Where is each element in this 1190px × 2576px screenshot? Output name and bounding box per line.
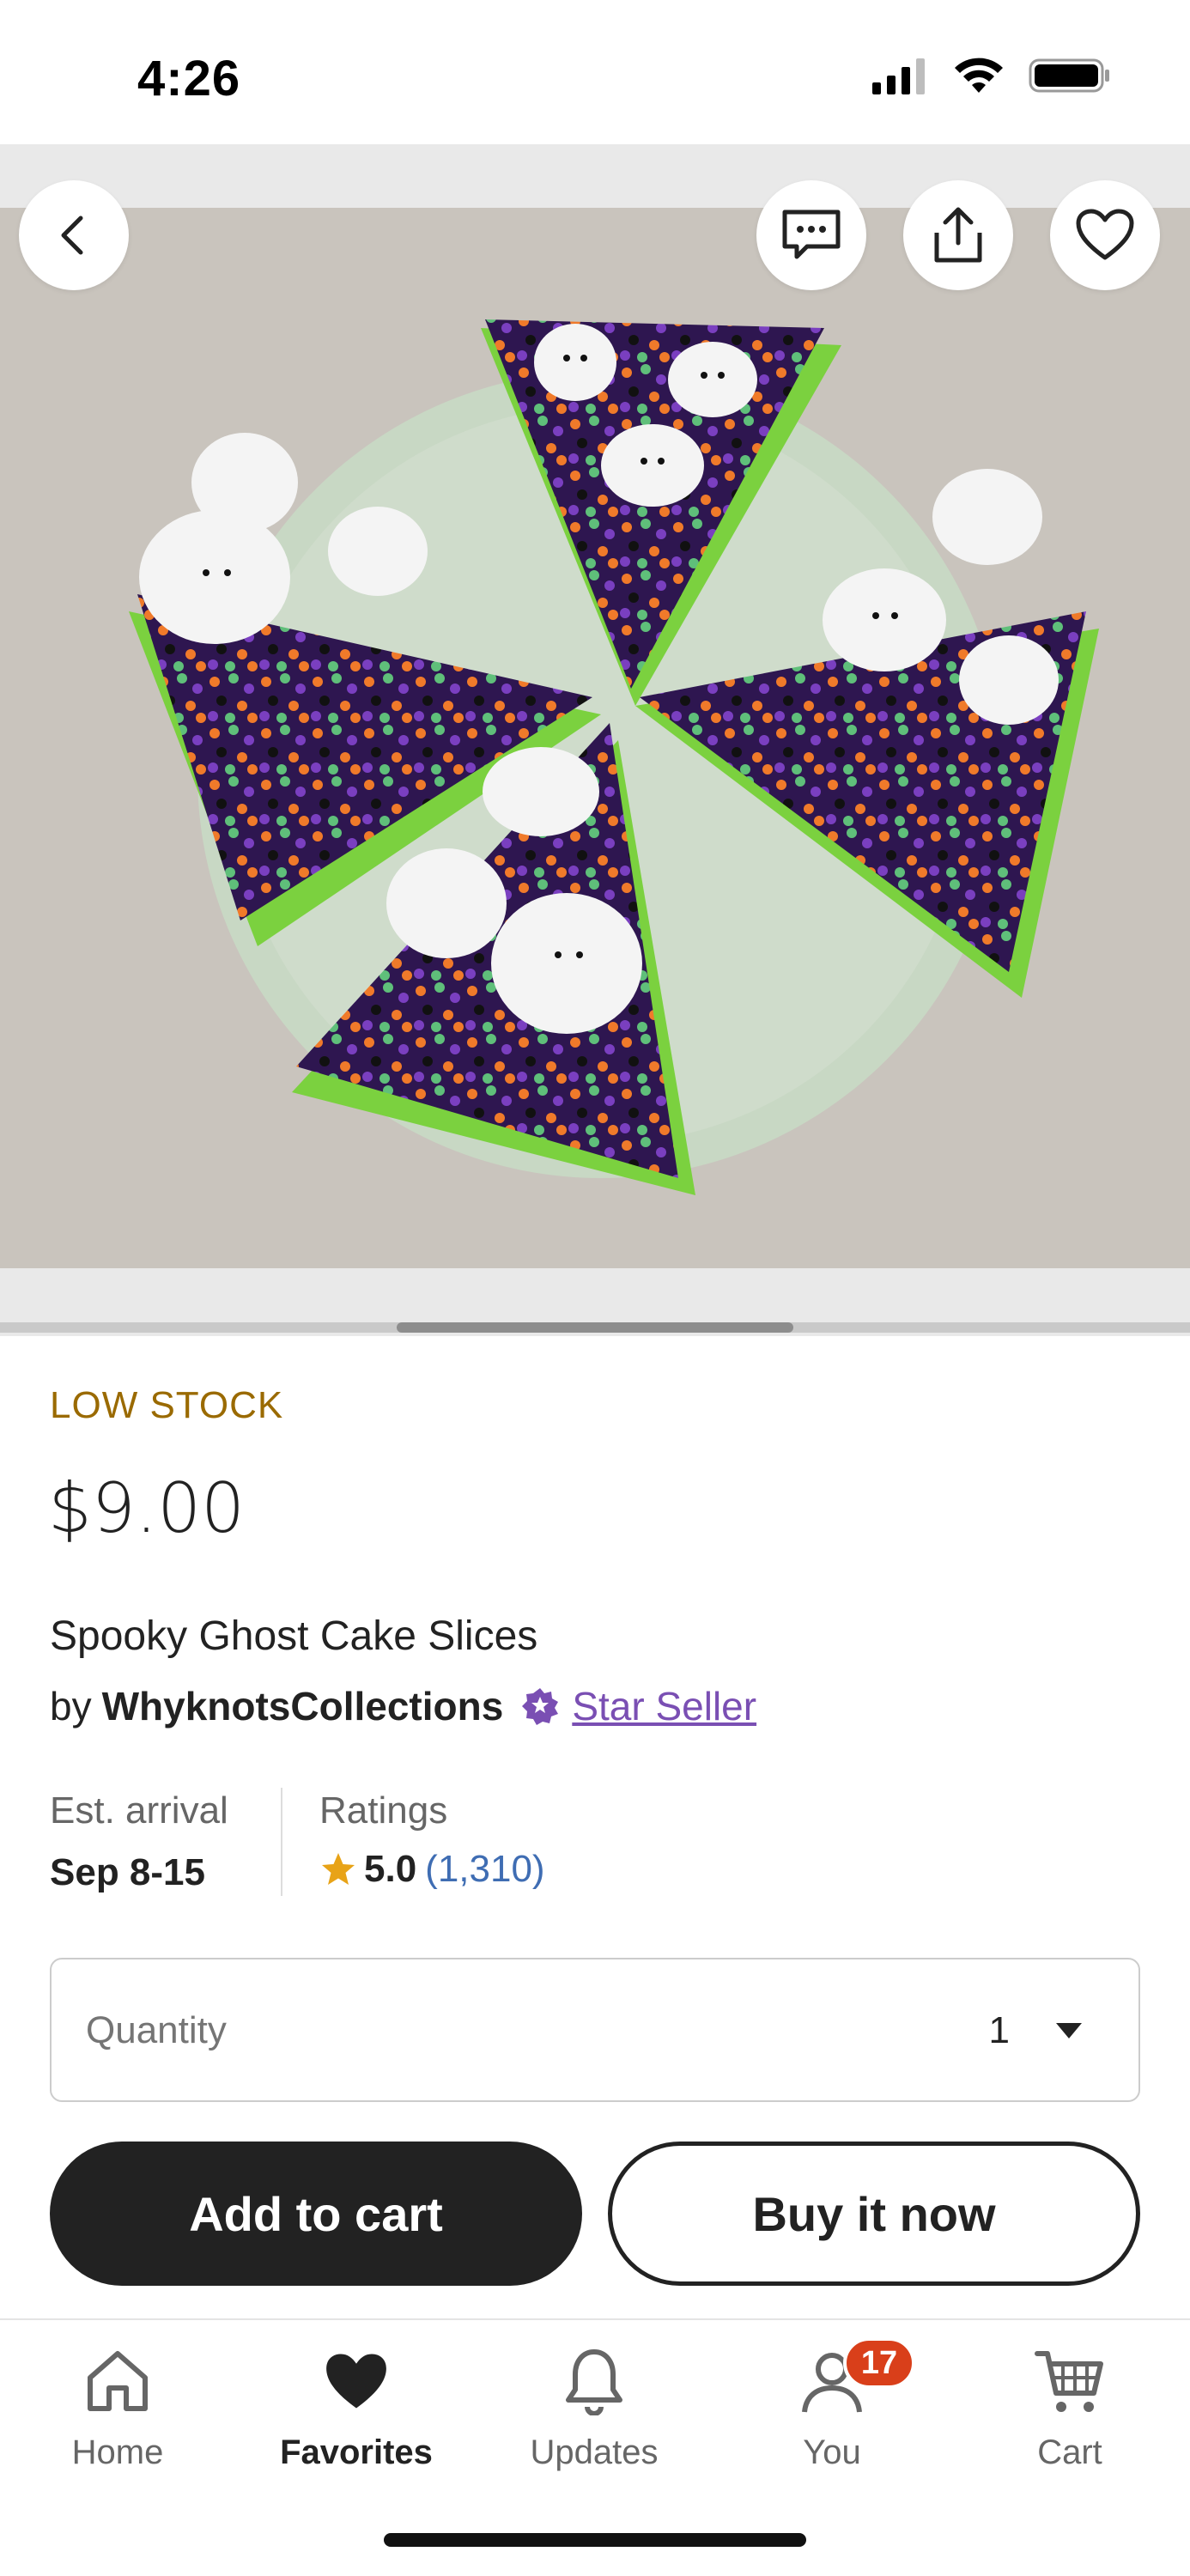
est-arrival: Est. arrival Sep 8-15	[50, 1789, 228, 1894]
status-bar: 4:26	[0, 0, 1190, 144]
back-icon	[61, 216, 83, 255]
stock-status: LOW STOCK	[50, 1384, 284, 1426]
home-indicator[interactable]	[384, 2533, 806, 2547]
nav-updates[interactable]: Updates	[508, 2344, 680, 2499]
listing-title: Spooky Ghost Cake Slices	[50, 1613, 538, 1659]
seller-row: by WhyknotsCollections Star Seller	[50, 1683, 756, 1729]
quantity-select[interactable]: Quantity 1	[50, 1958, 1140, 2102]
quantity-label: Quantity	[86, 2009, 227, 2051]
cart-icon	[1033, 2344, 1107, 2418]
add-to-cart-button[interactable]: Add to cart	[50, 2142, 582, 2286]
message-seller-button[interactable]	[756, 180, 866, 290]
ratings: Ratings 5.0 (1,310)	[319, 1789, 545, 1891]
bell-icon	[557, 2344, 631, 2418]
favorite-button[interactable]	[1050, 180, 1160, 290]
user-icon: 17	[795, 2337, 915, 2418]
status-icons	[872, 57, 1111, 94]
divider	[281, 1788, 282, 1896]
product-photo[interactable]	[0, 208, 1190, 1268]
by-label: by	[50, 1684, 92, 1728]
nav-home-label: Home	[71, 2433, 164, 2471]
est-arrival-label: Est. arrival	[50, 1789, 228, 1832]
image-gallery[interactable]	[0, 144, 1190, 1336]
gallery-scrollbar[interactable]	[0, 1322, 1190, 1333]
price: $9.00	[48, 1468, 246, 1548]
ratings-row: 5.0 (1,310)	[319, 1848, 545, 1891]
nav-you-label: You	[803, 2433, 861, 2471]
star-icon	[322, 1853, 355, 1885]
nav-cart[interactable]: Cart	[984, 2344, 1156, 2499]
star-seller-badge-icon	[520, 1686, 560, 1726]
battery-icon	[1029, 58, 1109, 93]
nav-updates-label: Updates	[530, 2433, 659, 2471]
share-button[interactable]	[903, 180, 1013, 290]
nav-you[interactable]: 17 You	[746, 2337, 918, 2499]
star-seller-link[interactable]: Star Seller	[572, 1683, 756, 1729]
nav-home[interactable]: Home	[32, 2344, 203, 2499]
back-button[interactable]	[19, 180, 129, 290]
signal-icon	[872, 58, 925, 94]
message-icon	[782, 210, 841, 259]
status-time: 4:26	[137, 51, 241, 106]
notification-badge: 17	[843, 2337, 915, 2389]
ratings-count-link[interactable]: (1,310)	[425, 1848, 544, 1891]
home-icon	[81, 2344, 155, 2418]
nav-favorites-label: Favorites	[280, 2433, 433, 2471]
seller-name-link[interactable]: WhyknotsCollections	[102, 1683, 504, 1729]
heart-filled-icon	[319, 2344, 393, 2418]
rating-score: 5.0	[364, 1848, 417, 1890]
chevron-down-icon	[1056, 2023, 1082, 2038]
heart-icon	[1076, 209, 1134, 260]
ratings-label: Ratings	[319, 1789, 448, 1832]
share-icon	[934, 207, 982, 263]
buy-now-button[interactable]: Buy it now	[608, 2142, 1140, 2286]
est-arrival-value: Sep 8-15	[50, 1851, 205, 1893]
nav-cart-label: Cart	[1037, 2433, 1102, 2471]
quantity-value: 1	[988, 2009, 1010, 2051]
nav-favorites[interactable]: Favorites	[270, 2344, 442, 2499]
wifi-icon	[955, 58, 1003, 93]
gallery-scroll-thumb[interactable]	[397, 1322, 793, 1333]
product-image	[0, 208, 1190, 1268]
